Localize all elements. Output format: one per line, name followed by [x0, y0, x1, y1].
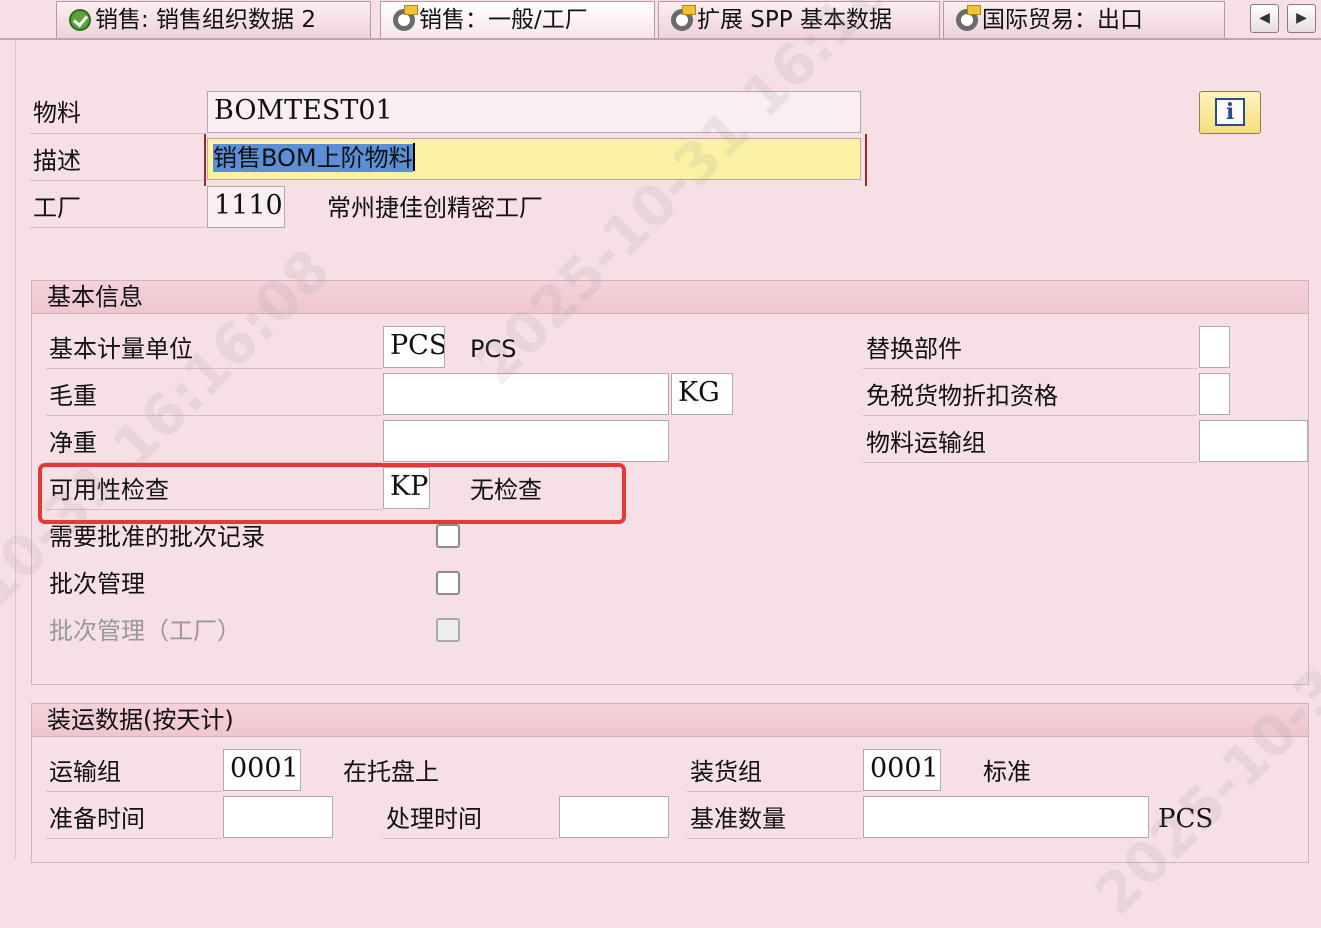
check-icon: [69, 9, 91, 31]
batch-approval-label: 需要批准的批次记录: [49, 523, 265, 551]
label-underline: [46, 838, 222, 839]
label-underline: [687, 838, 862, 839]
label-underline: [383, 838, 558, 839]
transport-group-label: 运输组: [49, 758, 121, 786]
basic-info-title: 基本信息: [32, 281, 1308, 314]
base-uom-text: PCS: [470, 335, 517, 363]
chevron-right-icon: ▶: [1296, 10, 1307, 26]
label-underline: [30, 227, 206, 228]
plant-field[interactable]: 1110: [207, 186, 285, 228]
label-underline: [30, 133, 206, 134]
tab-extended-spp-basic-data[interactable]: 扩展 SPP 基本数据: [658, 1, 940, 38]
chevron-left-icon: ◀: [1259, 10, 1270, 26]
weight-unit-field[interactable]: KG: [671, 373, 733, 415]
scroll-tabs-right-button[interactable]: ▶: [1287, 4, 1316, 33]
loading-group-text: 标准: [983, 758, 1031, 786]
description-field[interactable]: 销售BOM上阶物料: [207, 138, 861, 180]
info-icon: i: [1215, 98, 1245, 126]
tab-label: 销售: 销售组织数据 2: [95, 7, 317, 33]
replacement-part-field[interactable]: [1199, 326, 1230, 368]
shipping-data-title: 装运数据(按天计): [32, 704, 1308, 737]
material-field[interactable]: BOMTEST01: [207, 91, 861, 133]
ring-icon: [393, 5, 418, 31]
duty-free-label: 免税货物折扣资格: [866, 382, 1058, 410]
batch-management-plant-checkbox: [436, 618, 460, 642]
duty-free-field[interactable]: [1199, 373, 1230, 415]
tab-sales-org-data-2[interactable]: 销售: 销售组织数据 2: [56, 1, 371, 38]
label-underline: [46, 791, 222, 792]
tab-sales-general-plant[interactable]: 销售：一般/工厂: [380, 1, 655, 38]
plant-name: 常州捷佳创精密工厂: [327, 194, 543, 222]
gross-weight-label: 毛重: [49, 382, 97, 410]
selected-text: 销售BOM上阶物料: [213, 144, 413, 172]
tab-strip: 销售: 销售组织数据 2 销售：一般/工厂 扩展 SPP 基本数据 国际贸易：出…: [0, 0, 1321, 40]
label-underline: [863, 415, 1197, 416]
tab-label: 扩展 SPP 基本数据: [697, 7, 892, 33]
label-underline: [687, 791, 862, 792]
label-underline: [46, 415, 382, 416]
batch-management-checkbox[interactable]: [436, 571, 460, 595]
highlight-box: [38, 463, 626, 524]
label-underline: [30, 180, 206, 181]
base-quantity-unit: PCS: [1158, 804, 1214, 834]
loading-group-field[interactable]: 0001: [863, 749, 941, 791]
tab-foreign-trade-export[interactable]: 国际贸易：出口: [943, 1, 1225, 38]
processing-time-field[interactable]: [559, 796, 669, 838]
label-underline: [863, 462, 1197, 463]
batch-management-label: 批次管理: [49, 570, 145, 598]
base-uom-label: 基本计量单位: [49, 335, 193, 363]
material-freight-group-label: 物料运输组: [866, 429, 986, 457]
loading-group-label: 装货组: [690, 758, 762, 786]
text-cursor: [412, 143, 415, 171]
replacement-part-label: 替换部件: [866, 335, 962, 363]
scroll-tabs-left-button[interactable]: ◀: [1250, 4, 1279, 33]
material-label: 物料: [33, 99, 81, 127]
gross-weight-field[interactable]: [383, 373, 669, 415]
transport-group-text: 在托盘上: [343, 758, 439, 786]
base-quantity-label: 基准数量: [690, 805, 786, 833]
setup-time-field[interactable]: [223, 796, 333, 838]
batch-approval-checkbox[interactable]: [436, 524, 460, 548]
ring-icon: [956, 5, 981, 31]
info-button[interactable]: i: [1199, 91, 1261, 134]
label-underline: [46, 368, 382, 369]
material-freight-group-field[interactable]: [1199, 420, 1308, 462]
processing-time-label: 处理时间: [386, 805, 482, 833]
base-uom-field[interactable]: PCS: [383, 326, 445, 368]
batch-management-plant-label: 批次管理（工厂）: [49, 617, 241, 645]
plant-label: 工厂: [33, 194, 81, 222]
description-label: 描述: [33, 147, 81, 175]
tab-label: 销售：一般/工厂: [419, 7, 588, 33]
base-quantity-field[interactable]: [863, 796, 1149, 838]
transport-group-field[interactable]: 0001: [223, 749, 301, 791]
ring-icon: [671, 5, 696, 31]
tab-label: 国际贸易：出口: [982, 7, 1143, 33]
net-weight-label: 净重: [49, 429, 97, 457]
setup-time-label: 准备时间: [49, 805, 145, 833]
label-underline: [863, 368, 1197, 369]
net-weight-field[interactable]: [383, 420, 669, 462]
